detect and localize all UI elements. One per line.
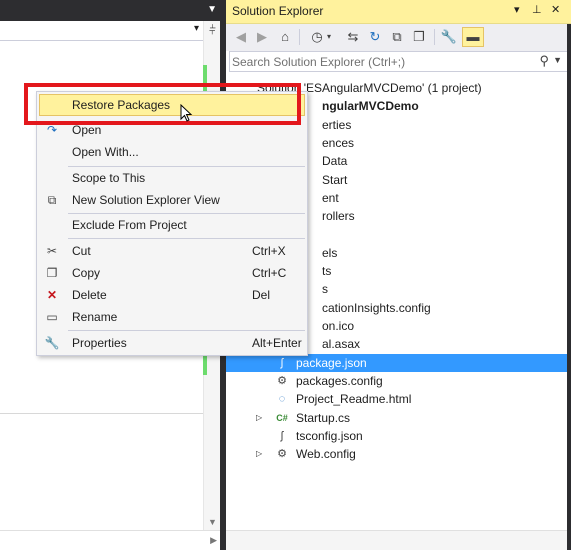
menu-item-label: Scope to This: [72, 171, 146, 185]
solution-explorer-title: Solution Explorer: [232, 4, 324, 18]
menu-item-cut[interactable]: ✂ Cut Ctrl+X: [39, 240, 305, 262]
context-menu: Restore Packages ↷ Open Open With... Sco…: [36, 91, 308, 356]
html-file-icon: ◌: [278, 393, 286, 405]
tree-node-startup-cs[interactable]: ▷ C# Startup.cs: [226, 409, 567, 427]
preview-selected-icon[interactable]: ▬: [462, 27, 484, 47]
tree-node-label: Data: [322, 154, 348, 168]
config-file-icon: ⚙: [277, 448, 287, 460]
menu-item-delete[interactable]: ✕ Delete Del: [39, 284, 305, 306]
config-file-icon: ⚙: [277, 375, 287, 387]
sync-with-document-icon[interactable]: ⇆: [344, 28, 362, 46]
solution-explorer-footer: [226, 530, 571, 550]
menu-item-shortcut: Ctrl+C: [252, 266, 287, 280]
editor-navigation-bar[interactable]: ▾: [0, 21, 203, 41]
wrench-icon: 🔧: [44, 336, 60, 350]
split-window-icon[interactable]: ⫩: [206, 23, 219, 37]
tree-node-label: tsconfig.json: [296, 429, 363, 443]
menu-separator: [68, 330, 305, 331]
tree-node-project-readme[interactable]: ◌ Project_Readme.html: [226, 390, 567, 408]
tree-node-web-config[interactable]: ▷ ⚙ Web.config: [226, 445, 567, 463]
tree-node-label: Start: [322, 173, 348, 187]
rename-icon: ▭: [46, 310, 58, 324]
home-icon[interactable]: ⌂: [276, 28, 294, 46]
tree-node-label: packages.config: [296, 374, 383, 388]
tree-node-tsconfig-json[interactable]: ʃ tsconfig.json: [226, 427, 567, 445]
search-options-dropdown-icon[interactable]: ▼: [553, 55, 562, 65]
editor-tab-bar: ▼: [0, 0, 223, 21]
tree-node-label: on.ico: [322, 319, 355, 333]
menu-item-label: Cut: [72, 244, 91, 258]
expand-arrow-icon[interactable]: ▷: [256, 409, 266, 427]
tree-node-label: ent: [322, 191, 339, 205]
expand-arrow-icon[interactable]: ▷: [256, 445, 266, 463]
editor-divider: [0, 413, 203, 414]
chevron-down-icon[interactable]: ▾: [324, 28, 334, 46]
navigation-dropdown-icon[interactable]: ▾: [194, 23, 199, 34]
menu-item-shortcut: Alt+Enter: [252, 336, 302, 350]
menu-item-label: Exclude From Project: [72, 218, 187, 232]
tree-node-label: els: [322, 246, 338, 260]
show-all-files-icon[interactable]: ❐: [410, 28, 428, 46]
tree-node-label: rollers: [322, 209, 355, 223]
tree-node-label: ences: [322, 136, 355, 150]
tree-node-label: ngularMVCDemo: [322, 99, 419, 113]
scroll-down-icon[interactable]: ▼: [208, 517, 217, 527]
menu-item-open-with[interactable]: Open With...: [39, 141, 305, 163]
json-file-icon: ʃ: [280, 430, 284, 442]
wrench-icon[interactable]: 🔧: [440, 28, 458, 46]
back-arrow-icon[interactable]: ◀: [232, 28, 250, 46]
tree-node-label: al.asax: [322, 337, 361, 351]
tree-node-label: ts: [322, 264, 332, 278]
tree-node-package-json[interactable]: ʃ package.json: [226, 354, 567, 372]
window-border: [567, 24, 571, 550]
menu-item-copy[interactable]: ❐ Copy Ctrl+C: [39, 262, 305, 284]
delete-x-icon: ✕: [46, 288, 58, 302]
copy-icon: ❐: [46, 266, 58, 280]
highlight-callout: [24, 83, 301, 125]
menu-item-label: Properties: [72, 336, 127, 350]
tree-node-label: s: [322, 282, 328, 296]
tree-node-label: package.json: [296, 356, 367, 370]
tree-node-label: Project_Readme.html: [296, 392, 412, 406]
menu-item-shortcut: Ctrl+X: [252, 244, 286, 258]
menu-item-label: Delete: [72, 288, 107, 302]
tree-node-label: cationInsights.config: [322, 301, 431, 315]
new-view-icon: ⧉: [47, 193, 57, 207]
menu-item-label: Rename: [72, 310, 118, 324]
toolbar-separator: [299, 29, 300, 45]
menu-item-label: Open With...: [72, 145, 139, 159]
mouse-cursor-icon: [180, 104, 193, 122]
forward-arrow-icon[interactable]: ▶: [253, 28, 271, 46]
refresh-icon[interactable]: ↻: [366, 28, 384, 46]
auto-hide-pin-icon[interactable]: ⊥: [532, 3, 542, 16]
menu-item-new-solution-explorer-view[interactable]: ⧉ New Solution Explorer View: [39, 189, 305, 211]
menu-item-scope-to-this[interactable]: Scope to This: [39, 167, 305, 189]
menu-item-label: Copy: [72, 266, 101, 280]
tree-node-packages-config[interactable]: ⚙ packages.config: [226, 372, 567, 390]
solution-explorer-title-bar[interactable]: Solution Explorer ▾ ⊥ ✕: [226, 0, 571, 24]
collapse-all-icon[interactable]: ⧉: [388, 28, 406, 46]
toolbar-separator: [434, 29, 435, 45]
menu-separator: [68, 238, 305, 239]
editor-horizontal-scrollbar[interactable]: ▶: [0, 530, 223, 550]
search-icon[interactable]: ⚲: [539, 53, 549, 69]
search-input[interactable]: [232, 53, 532, 70]
tree-node-label: Web.config: [296, 447, 356, 461]
scroll-right-icon[interactable]: ▶: [210, 535, 217, 546]
menu-item-exclude-from-project[interactable]: Exclude From Project: [39, 214, 305, 236]
menu-item-label: New Solution Explorer View: [72, 193, 220, 207]
json-file-icon: ʃ: [280, 357, 284, 369]
solution-explorer-toolbar: ◀ ▶ ⌂ ◷ ▾ ⇆ ↻ ⧉ ❐ 🔧 ▬: [226, 24, 571, 51]
editor-tab-dropdown-icon[interactable]: ▼: [207, 4, 217, 15]
window-position-dropdown-icon[interactable]: ▾: [514, 3, 520, 16]
solution-explorer-search[interactable]: ⚲ ▼: [229, 51, 568, 72]
close-icon[interactable]: ✕: [551, 3, 560, 16]
menu-item-properties[interactable]: 🔧 Properties Alt+Enter: [39, 332, 305, 354]
menu-item-rename[interactable]: ▭ Rename: [39, 306, 305, 328]
csharp-file-icon: C#: [276, 413, 288, 423]
tree-node-label: Startup.cs: [296, 411, 351, 425]
tree-node-label: erties: [322, 118, 352, 132]
scissors-icon: ✂: [46, 244, 58, 258]
menu-item-shortcut: Del: [252, 288, 271, 302]
